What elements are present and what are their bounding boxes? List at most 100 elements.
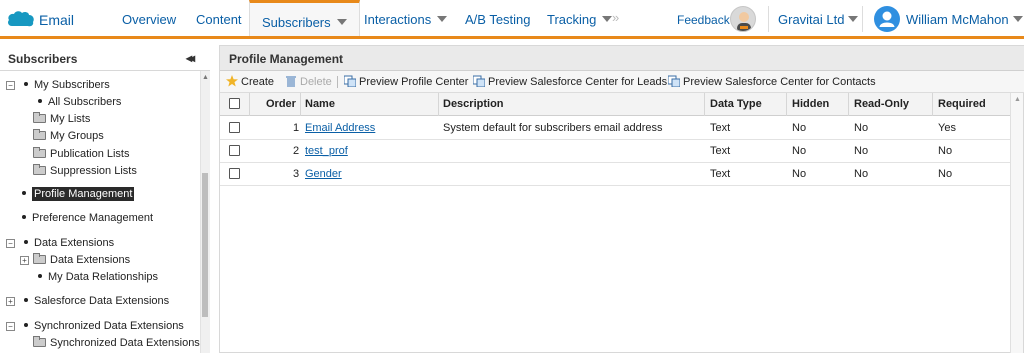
column-header-read-only[interactable]: Read-Only <box>854 98 909 110</box>
tree-node-label: Synchronized Data Extensions <box>50 337 200 349</box>
tree-node-publication-lists[interactable]: Publication Lists <box>33 147 130 160</box>
column-divider <box>300 93 301 116</box>
expand-node-icon[interactable]: + <box>20 256 29 265</box>
tree-node-label: Data Extensions <box>50 254 131 266</box>
cell-name-link[interactable]: Email Address <box>305 122 375 134</box>
preview-salesforce-contacts-button[interactable]: Preview Salesforce Center for Contacts <box>668 75 876 88</box>
expand-node-icon[interactable]: + <box>6 297 15 306</box>
preview-icon <box>344 75 356 87</box>
star-icon <box>226 75 238 87</box>
bullet-icon <box>22 215 26 219</box>
cell-name-link[interactable]: test_prof <box>305 145 348 157</box>
folder-icon <box>33 129 46 140</box>
sidebar-scrollbar-thumb[interactable] <box>202 173 208 317</box>
preview-salesforce-leads-button[interactable]: Preview Salesforce Center for Leads <box>473 75 667 88</box>
column-header-order[interactable]: Order <box>266 98 296 110</box>
tree-node-my-lists[interactable]: My Lists <box>33 112 90 125</box>
collapse-node-icon[interactable]: − <box>6 81 15 90</box>
table-row[interactable]: 3 Gender Text No No No <box>220 163 1010 186</box>
delete-label: Delete <box>300 76 332 88</box>
tree-node-data-extensions-folder[interactable]: + Data Extensions <box>20 253 131 266</box>
row-checkbox[interactable] <box>229 122 240 133</box>
tab-ab-testing[interactable]: A/B Testing <box>465 12 531 27</box>
column-divider <box>704 93 705 116</box>
column-divider <box>249 93 250 116</box>
feedback-link[interactable]: Feedback <box>677 13 730 27</box>
panel-header: Profile Management <box>220 46 1024 71</box>
row-checkbox[interactable] <box>229 168 240 179</box>
cell-data-type: Text <box>710 168 731 180</box>
tree-node-label: All Subscribers <box>48 96 122 108</box>
folder-icon <box>33 112 46 123</box>
collapse-node-icon[interactable]: − <box>6 322 15 331</box>
tree-node-label: Profile Management <box>32 187 135 201</box>
column-header-description[interactable]: Description <box>443 98 504 110</box>
more-tabs-icon[interactable]: » <box>612 10 619 25</box>
tree-node-all-subscribers[interactable]: All Subscribers <box>38 96 121 108</box>
cell-description: System default for subscribers email add… <box>443 122 663 134</box>
cell-required: Yes <box>938 122 956 134</box>
tree-node-profile-management[interactable]: Profile Management <box>22 187 135 201</box>
tree-node-data-extensions-root[interactable]: − Data Extensions <box>6 237 114 249</box>
preview-salesforce-contacts-label: Preview Salesforce Center for Contacts <box>683 76 876 88</box>
preview-profile-center-button[interactable]: Preview Profile Center <box>344 75 468 88</box>
table-row[interactable]: 2 test_prof Text No No No <box>220 140 1010 163</box>
salesforce-cloud-logo[interactable] <box>6 9 35 29</box>
org-selector[interactable]: Gravitai Ltd <box>778 12 859 27</box>
collapse-sidebar-icon[interactable]: ◂◂ <box>186 51 195 65</box>
cell-hidden: No <box>792 168 807 180</box>
bullet-icon <box>22 191 26 195</box>
tab-content[interactable]: Content <box>196 12 242 27</box>
preview-profile-center-label: Preview Profile Center <box>359 76 469 88</box>
select-all-checkbox[interactable] <box>229 98 240 109</box>
table-row[interactable]: 1 Email Address System default for subsc… <box>220 117 1010 140</box>
grid-scrollbar[interactable]: ▲ <box>1010 93 1023 353</box>
tree-node-label: Salesforce Data Extensions <box>34 295 170 307</box>
toolbar: Create Delete Preview Profile Center Pre… <box>220 71 1024 93</box>
feedback-avatar[interactable] <box>730 6 756 32</box>
chevron-down-icon <box>848 16 859 22</box>
panel-title: Profile Management <box>229 52 344 66</box>
tree-node-my-data-relationships[interactable]: My Data Relationships <box>38 271 158 283</box>
cell-name-link[interactable]: Gender <box>305 168 342 180</box>
tab-tracking-label: Tracking <box>547 12 597 27</box>
column-header-required[interactable]: Required <box>938 98 986 110</box>
scroll-up-icon[interactable]: ▲ <box>202 74 209 81</box>
user-avatar[interactable] <box>874 6 900 32</box>
tree-node-my-groups[interactable]: My Groups <box>33 129 104 142</box>
collapse-node-icon[interactable]: − <box>6 239 15 248</box>
tree-node-my-subscribers[interactable]: − My Subscribers <box>6 79 110 91</box>
tree-node-synchronized-data-extensions-folder[interactable]: Synchronized Data Extensions <box>33 336 200 349</box>
column-header-name[interactable]: Name <box>305 98 335 110</box>
tab-interactions[interactable]: Interactions <box>364 12 448 27</box>
create-button[interactable]: Create <box>226 75 274 88</box>
preview-salesforce-leads-label: Preview Salesforce Center for Leads <box>488 76 668 88</box>
chevron-down-icon <box>336 19 347 25</box>
tree-node-label: My Subscribers <box>34 79 110 91</box>
tree-node-salesforce-data-extensions[interactable]: + Salesforce Data Extensions <box>6 295 169 307</box>
bullet-icon <box>38 274 42 278</box>
chevron-down-icon <box>1012 16 1023 22</box>
tab-subscribers[interactable]: Subscribers <box>249 0 360 36</box>
toolbar-divider <box>337 76 338 88</box>
create-label: Create <box>241 76 275 88</box>
row-checkbox[interactable] <box>229 145 240 156</box>
tab-overview[interactable]: Overview <box>122 12 176 27</box>
cell-order: 1 <box>293 122 300 134</box>
column-header-data-type[interactable]: Data Type <box>710 98 762 110</box>
cell-order: 2 <box>293 145 300 157</box>
chevron-down-icon <box>437 16 448 22</box>
tree-node-preference-management[interactable]: Preference Management <box>22 212 153 224</box>
scroll-up-icon[interactable]: ▲ <box>1014 96 1021 103</box>
sidebar-header: Subscribers ◂◂ <box>0 45 210 71</box>
tab-tracking[interactable]: Tracking <box>547 12 613 27</box>
app-title[interactable]: Email <box>39 12 74 28</box>
subscribers-tree: − My Subscribers All Subscribers My Lists… <box>0 71 200 353</box>
column-header-hidden[interactable]: Hidden <box>792 98 829 110</box>
folder-icon <box>33 147 46 158</box>
tree-node-suppression-lists[interactable]: Suppression Lists <box>33 164 137 177</box>
user-menu[interactable]: William McMahon <box>906 12 1023 27</box>
delete-button[interactable]: Delete <box>285 75 332 88</box>
tree-node-synchronized-data-extensions[interactable]: − Synchronized Data Extensions <box>6 320 184 332</box>
cell-read-only: No <box>854 145 869 157</box>
